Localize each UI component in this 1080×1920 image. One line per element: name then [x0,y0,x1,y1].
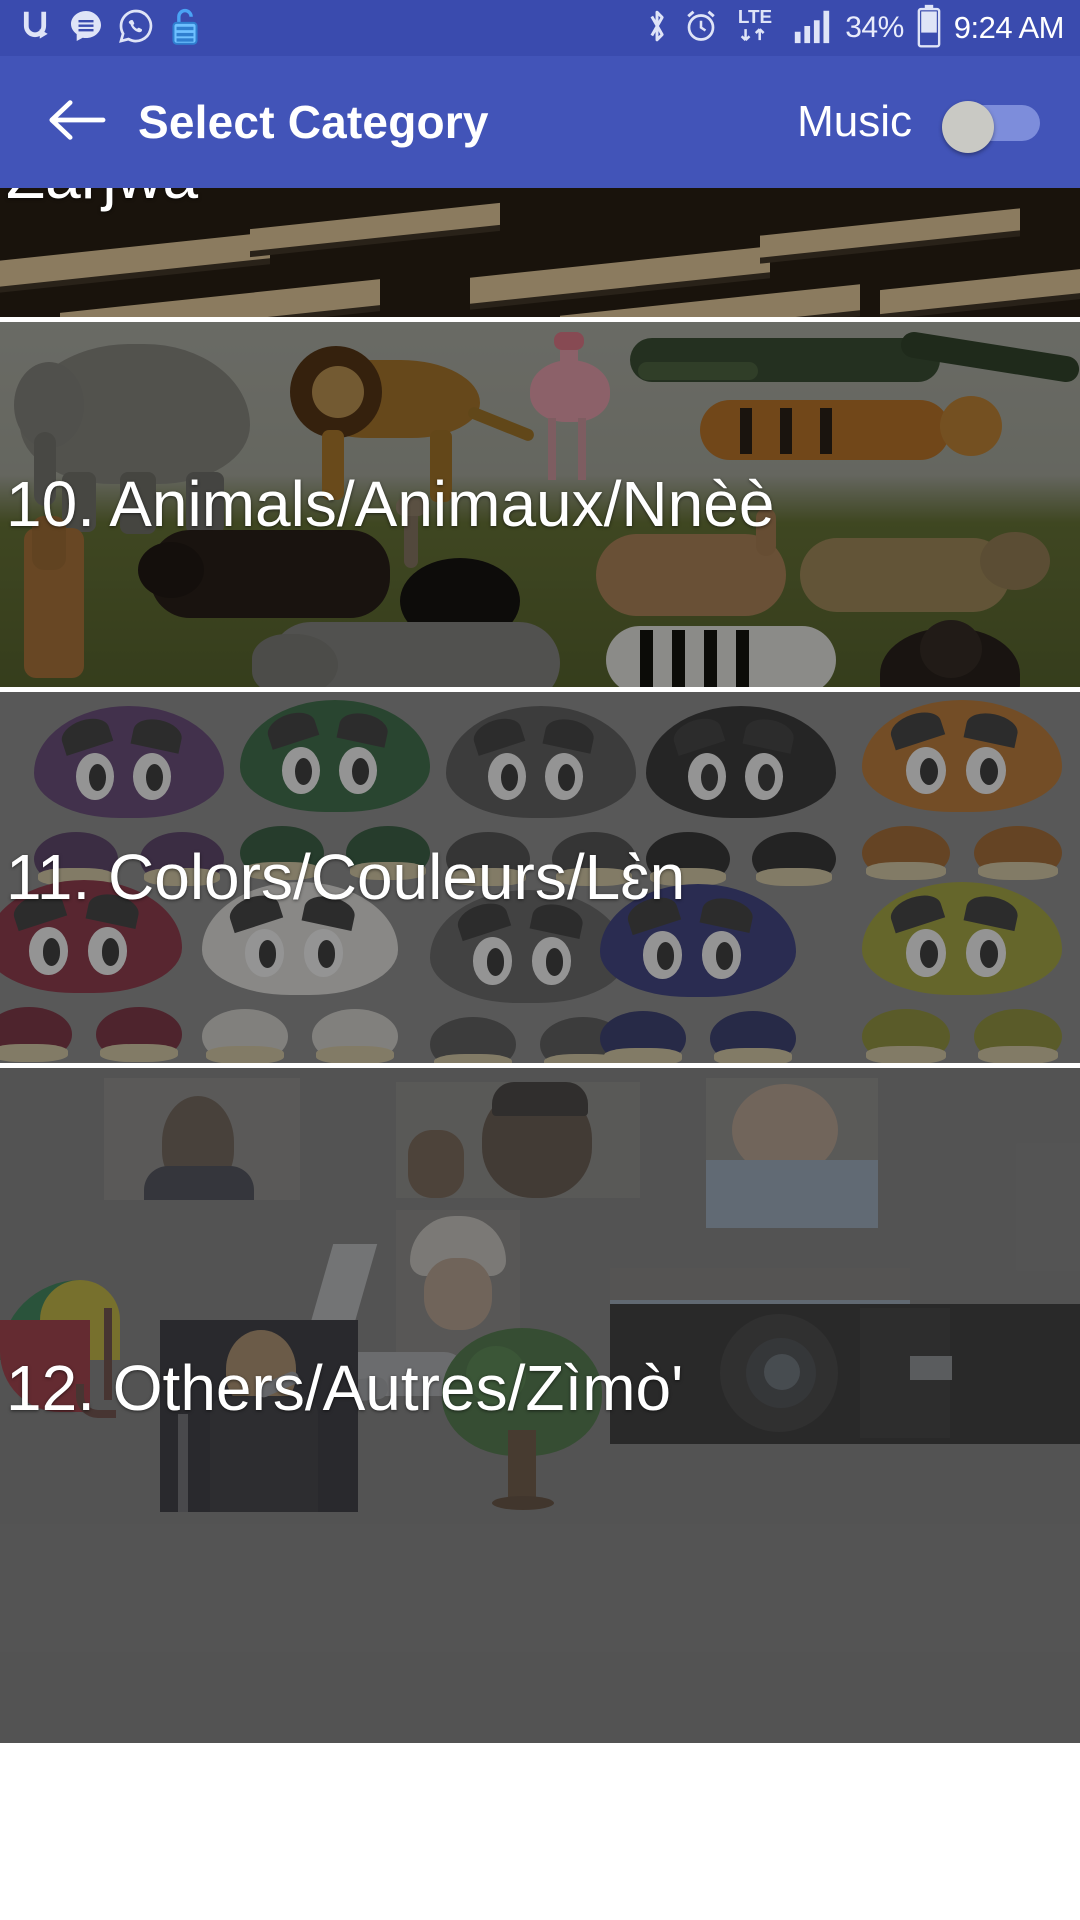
clock-label: 9:24 AM [953,10,1065,45]
whatsapp-icon [118,8,154,49]
battery-percent-label: 34% [845,11,904,44]
page-title: Select Category [138,96,489,148]
svg-text:LTE: LTE [738,5,772,26]
ultra-data-icon [16,7,54,50]
message-icon [68,8,104,49]
arrow-left-icon [45,96,107,149]
app-bar: Select Category Music [0,56,1080,188]
lte-icon: LTE [731,4,779,53]
music-toggle-switch[interactable] [942,101,1040,153]
list-item[interactable]: 11. Colors/Couleurs/Lɛ̀n [0,692,1080,1068]
list-item[interactable]: 10. Animals/Animaux/Nnèè [0,322,1080,692]
signal-icon [791,6,833,51]
list-item-label: Zaŋwaʰ [0,188,1080,209]
list-item-label: 12. Others/Autres/Zìmò' [6,1351,684,1424]
app-bar-actions: Music [797,97,1040,153]
bluetooth-icon [643,7,671,50]
status-bar: LTE 34% 9:24 AM [0,0,1080,56]
alarm-icon [683,8,719,49]
battery-icon [916,4,942,53]
list-item-label: 11. Colors/Couleurs/Lɛ̀n [6,840,686,913]
back-button[interactable] [40,86,112,158]
status-bar-right-icons: LTE 34% 9:24 AM [643,4,1065,53]
toggle-thumb [942,101,994,153]
list-item[interactable]: Zaŋwaʰ [0,188,1080,322]
footer-blank-area [0,1752,1080,1920]
unlock-icon [168,6,202,51]
status-bar-left-icons [16,6,202,51]
list-item-label: 10. Animals/Animaux/Nnèè [6,467,775,540]
category-list[interactable]: Zaŋwaʰ [0,188,1080,1752]
list-item[interactable]: 12. Others/Autres/Zìmò' [0,1068,1080,1748]
music-label: Music [797,97,912,146]
